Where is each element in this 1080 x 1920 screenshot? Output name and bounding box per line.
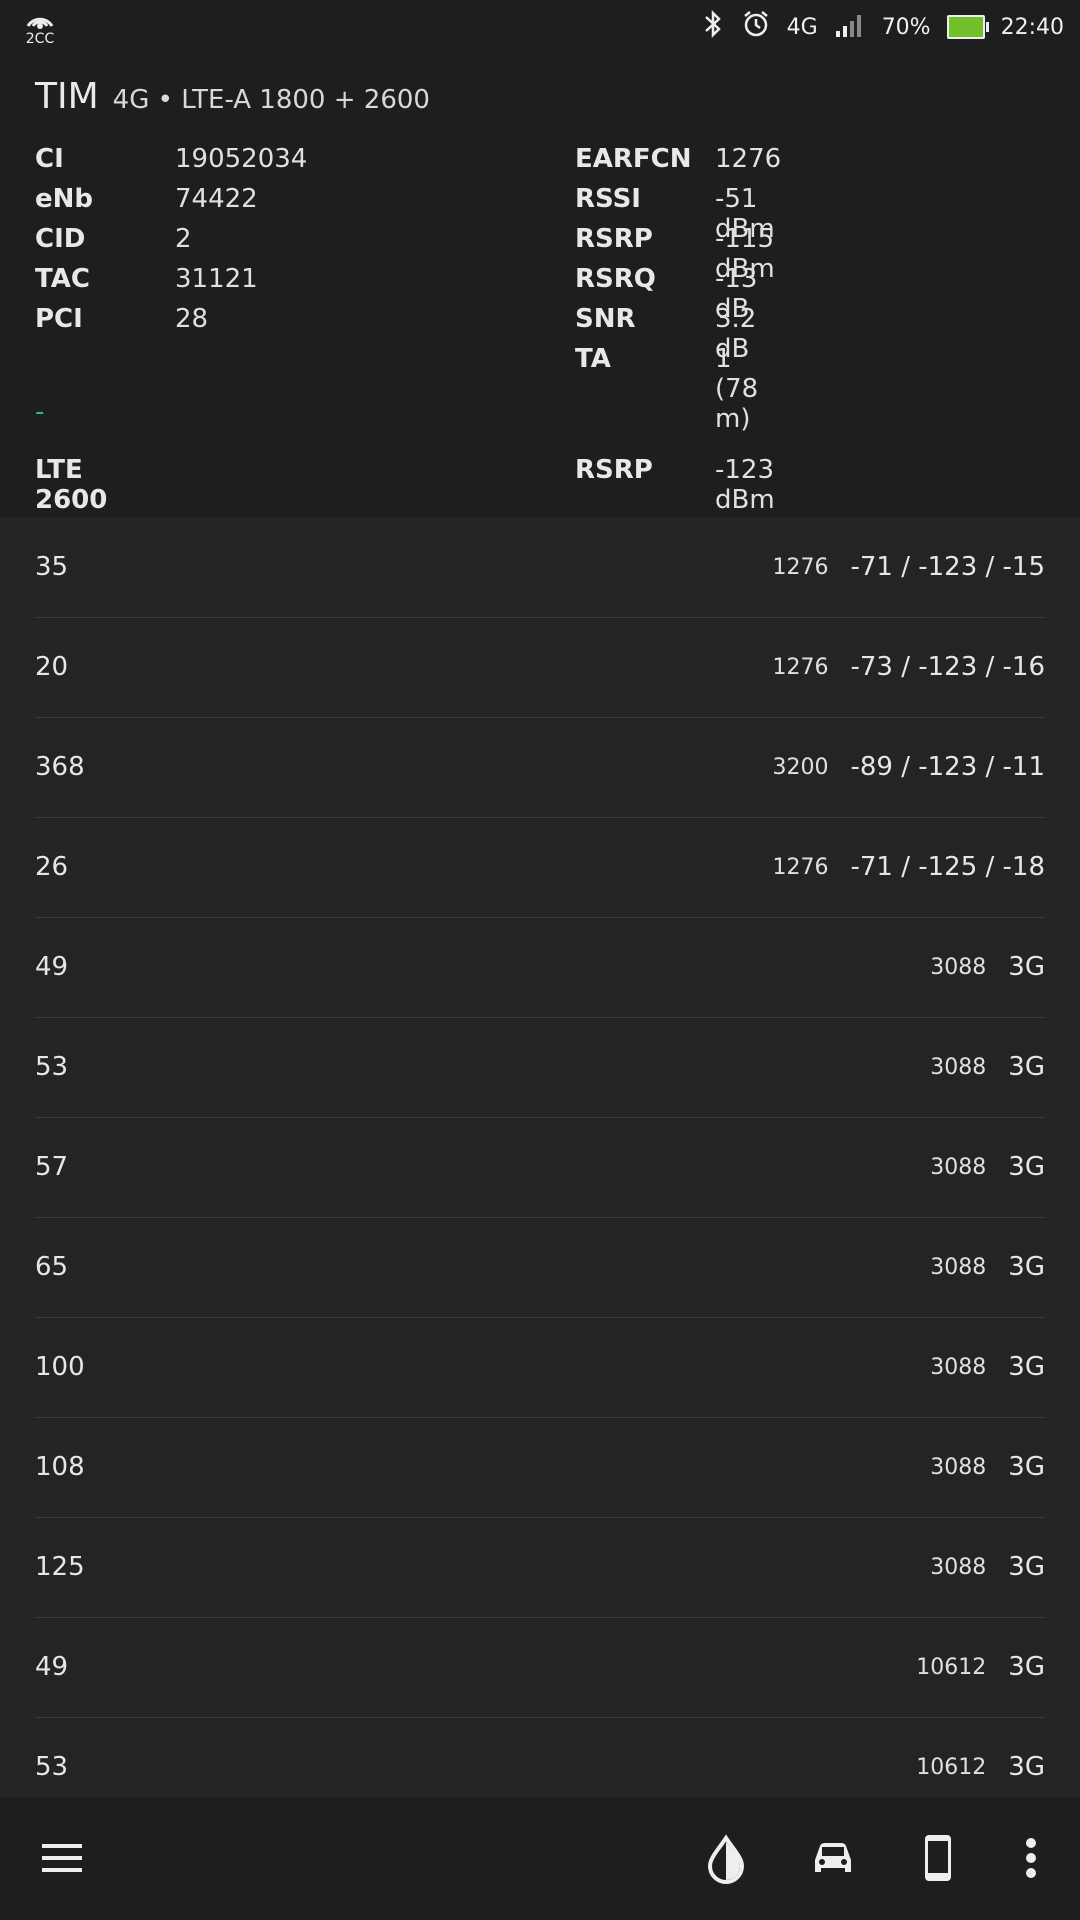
battery-percent: 70% — [881, 14, 931, 40]
list-item[interactable]: 20 1276 -73 / -123 / -16 — [35, 617, 1045, 718]
list-item[interactable]: 125 3088 3G — [35, 1517, 1045, 1618]
technology-label: 4G • LTE-A 1800 + 2600 — [112, 85, 430, 115]
theme-drop-icon[interactable] — [700, 1832, 752, 1884]
overflow-menu-icon[interactable] — [1005, 1832, 1057, 1884]
car-icon[interactable] — [807, 1832, 859, 1884]
list-item[interactable]: 53 10612 3G — [35, 1717, 1045, 1797]
list-item[interactable]: 368 3200 -89 / -123 / -11 — [35, 717, 1045, 818]
neighbor-cell-list[interactable]: 35 1276 -71 / -123 / -15 20 1276 -73 / -12… — [0, 517, 1080, 1797]
list-item[interactable]: 108 3088 3G — [35, 1417, 1045, 1518]
list-item[interactable]: 100 3088 3G — [35, 1317, 1045, 1418]
carrier-row: TIM 4G • LTE-A 1800 + 2600 — [35, 76, 430, 117]
list-item[interactable]: 49 10612 3G — [35, 1617, 1045, 1718]
battery-icon — [946, 15, 989, 39]
list-item[interactable]: 35 1276 -71 / -123 / -15 — [35, 517, 1045, 618]
list-item[interactable]: 49 3088 3G — [35, 917, 1045, 1018]
network-type: 4G — [786, 14, 818, 40]
alarm-icon — [741, 9, 771, 45]
phone-icon[interactable] — [912, 1832, 964, 1884]
carrier-name: TIM — [35, 76, 99, 117]
separator-dash: - — [35, 397, 45, 427]
serving-cell-panel: TIM 4G • LTE-A 1800 + 2600 CI 19052034 e… — [0, 54, 1080, 517]
list-item[interactable]: 57 3088 3G — [35, 1117, 1045, 1218]
carrier-aggregation-label: 2CC — [25, 31, 55, 47]
bottom-app-bar — [0, 1797, 1080, 1920]
list-item[interactable]: 53 3088 3G — [35, 1017, 1045, 1118]
status-bar: 2CC 4G 70% 22:40 — [0, 0, 1080, 54]
list-item[interactable]: 65 3088 3G — [35, 1217, 1045, 1318]
clock: 22:40 — [1000, 14, 1064, 40]
bluetooth-icon — [701, 9, 725, 45]
list-item[interactable]: 26 1276 -71 / -125 / -18 — [35, 817, 1045, 918]
menu-icon[interactable] — [36, 1832, 88, 1884]
hotspot-icon: 2CC — [22, 8, 58, 48]
signal-icon — [834, 11, 866, 43]
